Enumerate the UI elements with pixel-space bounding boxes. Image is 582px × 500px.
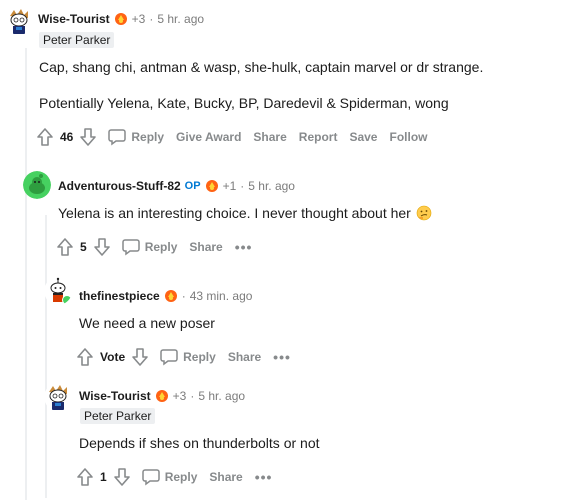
more-options-icon[interactable]: ••• bbox=[229, 239, 259, 255]
reply-button[interactable]: Reply bbox=[101, 124, 170, 150]
avatar[interactable] bbox=[5, 7, 33, 35]
vote-score: 46 bbox=[60, 130, 74, 144]
save-button[interactable]: Save bbox=[343, 126, 383, 148]
avatar[interactable] bbox=[44, 383, 72, 411]
follow-button[interactable]: Follow bbox=[383, 126, 433, 148]
timestamp[interactable]: 5 hr. ago bbox=[248, 179, 295, 193]
award-count[interactable]: +3 bbox=[132, 12, 146, 26]
reply-icon bbox=[107, 128, 127, 146]
reply-label: Reply bbox=[164, 470, 198, 484]
comment-actions: Vote Reply Share ••• bbox=[76, 344, 297, 370]
snoo-avatar-icon bbox=[44, 383, 72, 411]
author-name[interactable]: Wise-Tourist bbox=[38, 12, 110, 26]
award-count[interactable]: +1 bbox=[223, 179, 237, 193]
avatar[interactable] bbox=[23, 171, 51, 199]
reply-button[interactable]: Reply bbox=[115, 234, 184, 260]
thread-line-root[interactable] bbox=[25, 48, 27, 500]
user-flair: Peter Parker bbox=[39, 32, 115, 48]
comment-paragraph: Potentially Yelena, Kate, Bucky, BP, Dar… bbox=[39, 95, 449, 111]
timestamp[interactable]: 5 hr. ago bbox=[157, 12, 204, 26]
comment-actions: 46 Reply Give Award Share Report Save Fo… bbox=[36, 124, 433, 150]
timestamp[interactable]: 5 hr. ago bbox=[198, 389, 245, 403]
vote-group: 46 bbox=[36, 125, 101, 149]
report-button[interactable]: Report bbox=[293, 126, 344, 148]
snoo-avatar-icon bbox=[5, 7, 33, 35]
comment-actions: 1 Reply Share ••• bbox=[76, 464, 278, 490]
comment-paragraph: Cap, shang chi, antman & wasp, she-hulk,… bbox=[39, 59, 484, 75]
reply-label: Reply bbox=[131, 130, 165, 144]
snoo-avatar-icon bbox=[23, 171, 51, 199]
vote-group: 5 bbox=[56, 235, 115, 259]
downvote-icon[interactable] bbox=[79, 127, 97, 147]
reply-icon bbox=[159, 348, 179, 366]
comment-text: We need a new poser bbox=[79, 315, 215, 331]
vote-group: 1 bbox=[76, 465, 135, 489]
award-icon[interactable] bbox=[164, 289, 178, 303]
downvote-icon[interactable] bbox=[93, 237, 111, 257]
award-icon[interactable] bbox=[205, 179, 219, 193]
separator: · bbox=[190, 389, 195, 403]
share-button[interactable]: Share bbox=[203, 466, 248, 488]
downvote-icon[interactable] bbox=[131, 347, 149, 367]
share-button[interactable]: Share bbox=[183, 236, 228, 258]
award-count[interactable]: +3 bbox=[173, 389, 187, 403]
user-flair: Peter Parker bbox=[80, 408, 156, 424]
vote-label: Vote bbox=[100, 350, 126, 364]
vote-score: 1 bbox=[100, 470, 107, 484]
author-name[interactable]: Wise-Tourist bbox=[79, 389, 151, 403]
reply-icon bbox=[141, 468, 161, 486]
vote-score: 5 bbox=[80, 240, 87, 254]
reply-button[interactable]: Reply bbox=[135, 464, 204, 490]
author-name[interactable]: thefinestpiece bbox=[79, 289, 160, 303]
share-button[interactable]: Share bbox=[222, 346, 267, 368]
give-award-button[interactable]: Give Award bbox=[170, 126, 247, 148]
upvote-icon[interactable] bbox=[36, 127, 54, 147]
upvote-icon[interactable] bbox=[76, 347, 94, 367]
comment-text: Yelena is an interesting choice. I never… bbox=[58, 205, 411, 221]
vote-group: Vote bbox=[76, 345, 153, 369]
separator: · bbox=[149, 12, 154, 26]
reply-button[interactable]: Reply bbox=[153, 344, 222, 370]
online-status-icon bbox=[62, 295, 72, 305]
author-name[interactable]: Adventurous-Stuff-82 bbox=[58, 179, 181, 193]
reply-label: Reply bbox=[183, 350, 216, 364]
avatar[interactable] bbox=[44, 277, 72, 305]
comment-body: Yelena is an interesting choice. I never… bbox=[58, 203, 432, 223]
award-icon[interactable] bbox=[155, 389, 169, 403]
reply-label: Reply bbox=[144, 240, 178, 254]
downvote-icon[interactable] bbox=[113, 467, 131, 487]
award-icon[interactable] bbox=[114, 12, 128, 26]
reply-icon bbox=[121, 238, 141, 256]
share-button[interactable]: Share bbox=[247, 126, 292, 148]
more-options-icon[interactable]: ••• bbox=[267, 349, 297, 365]
comment-actions: 5 Reply Share ••• bbox=[56, 234, 258, 260]
more-options-icon[interactable]: ••• bbox=[249, 469, 279, 485]
thinking-emoji-icon bbox=[416, 205, 432, 221]
comment-text: Depends if shes on thunderbolts or not bbox=[79, 435, 320, 451]
separator: · bbox=[240, 179, 245, 193]
thread-line-level2[interactable] bbox=[45, 215, 47, 498]
upvote-icon[interactable] bbox=[56, 237, 74, 257]
timestamp[interactable]: 43 min. ago bbox=[190, 289, 253, 303]
upvote-icon[interactable] bbox=[76, 467, 94, 487]
op-badge: OP bbox=[184, 180, 201, 192]
separator: · bbox=[181, 289, 186, 303]
